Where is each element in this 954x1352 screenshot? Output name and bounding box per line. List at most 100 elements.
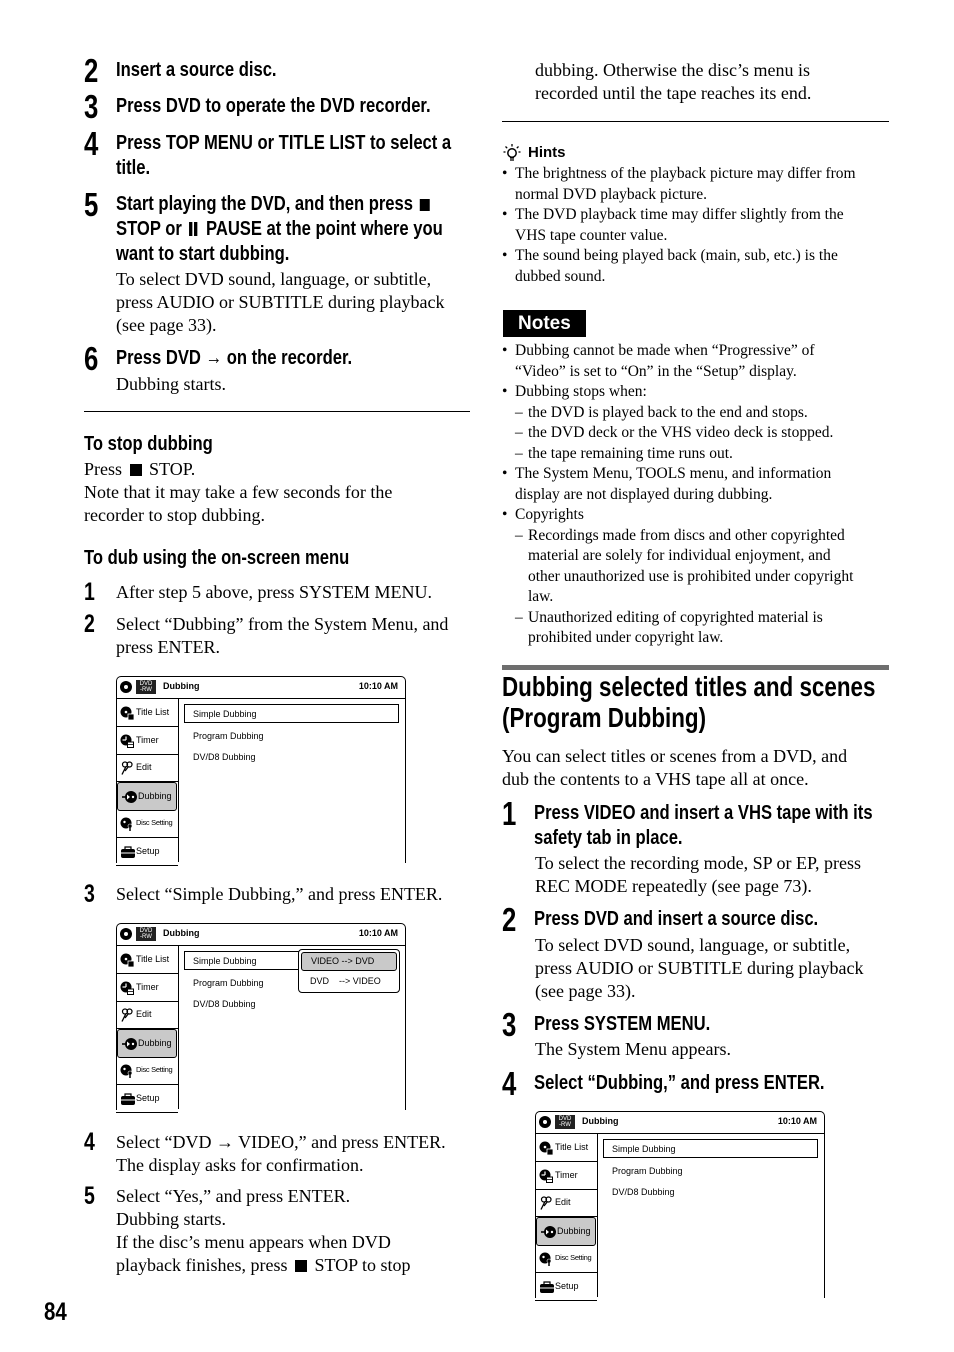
osd-option-program-dubbing[interactable]: Program Dubbing — [612, 1166, 683, 1176]
step-heading-line: safety tab in place. — [534, 827, 683, 849]
step-body: The System Menu appears. — [535, 1039, 731, 1059]
step-heading-line: title. — [116, 157, 151, 179]
divider — [84, 411, 470, 412]
osd-sidebar-item-dubbing[interactable]: Dubbing — [117, 782, 177, 812]
step-number: 4 — [502, 1065, 517, 1102]
osd-sidebar-item-edit[interactable]: Edit — [535, 1189, 597, 1218]
text: other unauthorized use is prohibited und… — [528, 567, 854, 585]
hint-item: The brightness of the playback picture m… — [502, 164, 856, 205]
osd-sidebar-label: Setup — [555, 1280, 579, 1291]
notes-badge: Notes — [503, 310, 586, 337]
dash: – — [515, 608, 523, 626]
osd-option-dv-d8-dubbing[interactable]: DV/D8 Dubbing — [193, 752, 256, 762]
step-number: 5 — [84, 186, 99, 223]
osd-dubbing-direction-popup: VIDEO --> DVD DVD --> VIDEO — [298, 949, 400, 993]
osd-sidebar-item-timer[interactable]: Timer — [116, 727, 178, 755]
osd-sidebar-item-edit[interactable]: Edit — [116, 754, 178, 783]
hints-list: The brightness of the playback picture m… — [502, 164, 856, 287]
dubbing-icon — [122, 790, 137, 804]
text: material are solely for individual enjoy… — [528, 547, 831, 564]
osd-sidebar-label: Timer — [136, 734, 159, 745]
osd-sidebar-item-setup[interactable]: Setup — [535, 1273, 597, 1301]
text: Dubbing stops when: — [515, 383, 647, 400]
step-body: Dubbing starts. — [116, 374, 226, 394]
page-number: 84 — [44, 1298, 67, 1326]
setup-toolbox-icon — [120, 1092, 135, 1105]
stop-icon — [420, 199, 431, 211]
step-number: 4 — [84, 125, 99, 162]
osd-sidebar-item-edit[interactable]: Edit — [116, 1001, 178, 1030]
note-subitem: – Unauthorized editing of copyrighted mat… — [502, 608, 853, 649]
edit-scissors-icon — [539, 1196, 552, 1211]
osd-sidebar-item-title-list[interactable]: Title List — [116, 946, 178, 974]
edit-scissors-icon — [120, 1008, 133, 1023]
section-intro: dub the contents to a VHS tape all at on… — [502, 769, 809, 789]
step-heading-line: Start playing the DVD, and then press — [116, 192, 433, 217]
osd-sidebar-item-disc-setting[interactable]: Disc Setting — [535, 1245, 597, 1273]
badge-line: DVD — [139, 680, 153, 687]
section-title: Dubbing selected titles and scenes (Prog… — [502, 671, 875, 733]
step-number: 3 — [502, 1006, 517, 1043]
osd-option-program-dubbing[interactable]: Program Dubbing — [193, 978, 264, 988]
osd-sidebar-item-timer[interactable]: Timer — [535, 1162, 597, 1190]
osd-sidebar-label: Disc Setting — [555, 1252, 592, 1262]
note-item: Dubbing stops when: — [502, 382, 853, 403]
disc-icon — [120, 928, 132, 940]
osd-sidebar-label: Dubbing — [557, 1226, 591, 1237]
step-text: Select “Simple Dubbing,” and press ENTER… — [116, 884, 443, 904]
dash: – — [515, 526, 523, 544]
edit-scissors-icon — [120, 761, 133, 776]
osd-sidebar: Title List Timer Edit Dubbing Disc Setting Se… — [535, 1134, 598, 1301]
step-number: 4 — [84, 1128, 95, 1156]
osd-sidebar-item-dubbing[interactable]: Dubbing — [536, 1217, 596, 1247]
note-item: Copyrights — [502, 505, 853, 526]
text: Dubbing cannot be made when “Progressive… — [515, 342, 815, 359]
dubbing-icon — [541, 1225, 556, 1239]
timer-icon — [120, 734, 134, 748]
osd-sidebar-item-setup[interactable]: Setup — [116, 838, 178, 866]
osd-sidebar-item-timer[interactable]: Timer — [116, 974, 178, 1002]
continuation-text: recorded until the tape reaches its end. — [535, 83, 812, 103]
osd-sidebar-item-disc-setting[interactable]: Disc Setting — [116, 1057, 178, 1085]
step-number: 5 — [84, 1182, 95, 1210]
dubbing-icon — [122, 1037, 137, 1051]
text: law. — [528, 588, 554, 605]
step-heading-line: Select “Dubbing,” and press ENTER. — [534, 1072, 825, 1094]
osd-sidebar-label: Setup — [136, 845, 160, 856]
divider — [502, 121, 889, 122]
osd-sidebar-label: Disc Setting — [136, 817, 173, 827]
osd-option-program-dubbing[interactable]: Program Dubbing — [193, 731, 264, 741]
text: display are not displayed during dubbing… — [515, 485, 773, 503]
step-body: To select DVD sound, language, or subtit… — [116, 269, 432, 289]
osd-sidebar-item-dubbing[interactable]: Dubbing — [117, 1029, 177, 1059]
osd-popup-option[interactable]: DVD --> VIDEO — [301, 973, 395, 990]
lightbulb-hint-icon — [503, 144, 521, 161]
note-subitem: – Recordings made from discs and other co… — [502, 526, 853, 608]
osd-sidebar-label: Edit — [555, 1197, 571, 1208]
osd-popup-option[interactable]: VIDEO --> DVD — [301, 952, 397, 971]
osd-option-simple-dubbing[interactable]: Simple Dubbing — [193, 956, 257, 966]
popup-option-label: DVD --> VIDEO — [310, 976, 381, 986]
step-heading-line: Press TOP MENU or TITLE LIST to select a — [116, 132, 452, 154]
osd-sidebar-label: Timer — [136, 981, 159, 992]
osd-sidebar-item-disc-setting[interactable]: Disc Setting — [116, 810, 178, 838]
hint-item: The sound being played back (main, sub, … — [502, 246, 856, 287]
osd-sidebar-item-title-list[interactable]: Title List — [116, 699, 178, 727]
step-heading-line: want to start dubbing. — [116, 243, 290, 265]
continuation-text: dubbing. Otherwise the disc’s menu is — [535, 60, 810, 80]
dash: – — [515, 403, 523, 421]
osd-option-dv-d8-dubbing[interactable]: DV/D8 Dubbing — [193, 999, 256, 1009]
osd-sidebar-label: Title List — [136, 954, 170, 964]
osd-sidebar-item-title-list[interactable]: Title List — [535, 1134, 597, 1162]
setup-toolbox-icon — [120, 845, 135, 858]
text: The System Menu, TOOLS menu, and informa… — [515, 465, 832, 482]
osd-option-simple-dubbing[interactable]: Simple Dubbing — [193, 709, 257, 719]
osd-screen-3: DVD -RW Dubbing 10:10 AM Title List Timer Edit… — [535, 1111, 825, 1301]
step-text: playback finishes, press STOP to stop — [116, 1254, 411, 1277]
disc-icon — [539, 1116, 551, 1128]
osd-option-dv-d8-dubbing[interactable]: DV/D8 Dubbing — [612, 1187, 675, 1197]
osd-option-simple-dubbing[interactable]: Simple Dubbing — [612, 1144, 676, 1154]
osd-sidebar-item-setup[interactable]: Setup — [116, 1085, 178, 1113]
timer-icon — [539, 1169, 553, 1183]
hint-item: The DVD playback time may differ slightl… — [502, 205, 856, 246]
